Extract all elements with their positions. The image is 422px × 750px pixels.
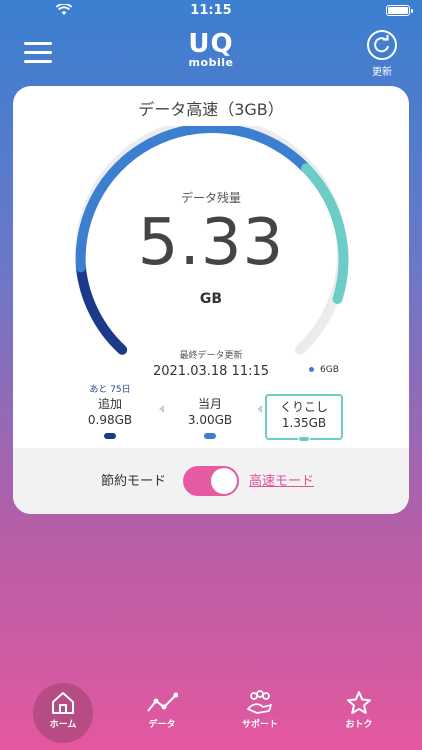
capacity-label: 6GB (320, 365, 339, 375)
tab-home-label: ホーム (49, 720, 77, 730)
remaining-label: データ残量 (180, 191, 241, 205)
battery-icon (386, 5, 413, 16)
added-expiry-badge: あと 75日 (89, 385, 131, 395)
carryover-color-marker (298, 436, 310, 442)
tab-deals[interactable]: おトク (329, 683, 389, 743)
support-icon (247, 690, 272, 714)
chart-icon (147, 692, 179, 712)
mode-bar: 節約モード 高速モード (13, 448, 409, 514)
remaining-value: 5.33 (137, 206, 285, 280)
star-icon (347, 691, 371, 714)
toggle-knob (211, 468, 237, 494)
data-card: データ高速（3GB） データ残量 5.33 GB 最終データ更新 2021.03… (13, 86, 409, 514)
capacity-dot (309, 367, 314, 372)
home-icon (52, 692, 74, 714)
tab-support-label: サポート (241, 720, 278, 730)
remaining-unit: GB (199, 291, 223, 307)
current-month-color-marker (204, 433, 216, 439)
tab-bar: ホーム データ サポート おトク (0, 683, 422, 750)
added-value: 0.98GB (87, 413, 133, 427)
tab-support[interactable]: サポート (230, 683, 290, 743)
added-data[interactable]: あと 75日 追加 0.98GB (70, 382, 150, 439)
chevron-left-icon (159, 405, 164, 413)
last-update-value: 2021.03.18 11:15 (152, 364, 270, 379)
refresh-button[interactable]: 更新 (366, 30, 398, 78)
current-month-label: 当月 (197, 397, 222, 411)
carryover-data[interactable]: くりこし 1.35GB (265, 394, 343, 442)
plan-title: データ高速（3GB） (138, 100, 284, 119)
fast-mode-link[interactable]: 高速モード (249, 470, 314, 489)
added-color-marker (104, 433, 116, 439)
added-label: 追加 (97, 397, 122, 411)
current-month-value: 3.00GB (187, 413, 233, 427)
carryover-value: 1.35GB (281, 416, 327, 430)
refresh-icon (367, 30, 397, 60)
carryover-label: くりこし (279, 400, 328, 414)
tab-home[interactable]: ホーム (33, 683, 93, 743)
current-month-data[interactable]: 当月 3.00GB (170, 382, 250, 439)
logo-mobile: mobile (188, 56, 234, 69)
refresh-label: 更新 (372, 67, 392, 78)
logo-uq: UQ (188, 29, 234, 59)
speed-mode-toggle[interactable] (183, 466, 239, 496)
tab-data[interactable]: データ (132, 683, 192, 743)
tab-deals-label: おトク (345, 720, 373, 730)
last-update-label: 最終データ更新 (179, 351, 243, 361)
status-bar: 11:15 (0, 0, 422, 22)
tab-data-label: データ (148, 720, 176, 730)
logo: UQ mobile (0, 30, 422, 69)
capacity-legend: 6GB (309, 365, 339, 375)
eco-mode-label: 節約モード (101, 474, 167, 489)
status-time: 11:15 (190, 3, 232, 18)
chevron-left-icon (257, 405, 262, 413)
